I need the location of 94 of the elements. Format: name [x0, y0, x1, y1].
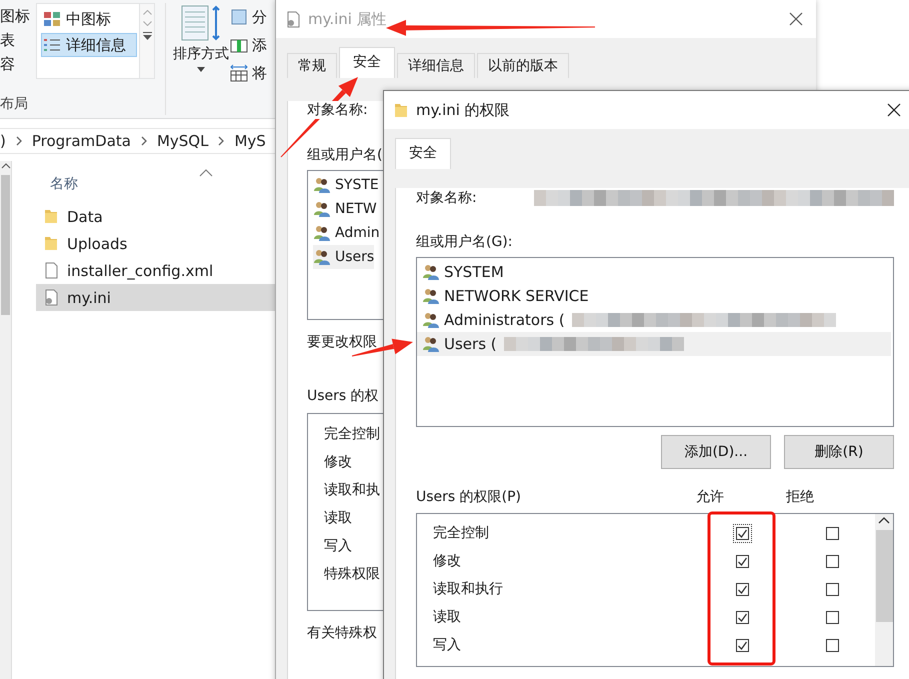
sort-caret-icon: [199, 169, 213, 177]
window-title: my.ini 属性: [308, 10, 387, 28]
user-row[interactable]: NETW: [313, 197, 377, 221]
column-header[interactable]: 名称: [50, 175, 78, 193]
file-row[interactable]: Data: [36, 203, 275, 230]
permission-name: 读取和执: [323, 481, 380, 500]
checkmark-icon: [738, 640, 746, 650]
user-row[interactable]: Users (: [417, 332, 891, 356]
user-row[interactable]: NETWORK SERVICE: [417, 284, 891, 308]
square-icon: [230, 8, 248, 26]
tab[interactable]: 安全: [339, 47, 395, 78]
tab[interactable]: 详细信息: [397, 53, 475, 78]
users-icon: [313, 201, 330, 217]
note-text: 要更改权限: [307, 333, 377, 351]
view-option[interactable]: 容: [0, 55, 36, 79]
user-row[interactable]: Admin: [313, 221, 380, 245]
chevron-icon: [14, 135, 23, 147]
user-row[interactable]: Users: [313, 245, 374, 269]
chevron-icon: [217, 135, 226, 147]
resize-icon: [230, 64, 248, 82]
close-icon: [788, 11, 804, 27]
users-icon: [313, 225, 330, 241]
settings-file-icon: [286, 10, 300, 28]
users-icon: [422, 312, 439, 328]
users-icon: [313, 249, 330, 265]
checkmark-icon: [738, 556, 746, 566]
settings-file-icon: [44, 289, 58, 306]
breadcrumb[interactable]: ProgramData: [32, 132, 131, 150]
tab[interactable]: 常规: [287, 53, 337, 78]
remove-button[interactable]: 删除(R): [784, 435, 894, 469]
checkmark-icon: [738, 612, 746, 622]
address-bar[interactable]: ) ProgramData MySQL MyS: [0, 128, 275, 154]
caret-icon: [197, 67, 205, 72]
group-label: 布局: [0, 95, 29, 113]
file-row[interactable]: Uploads: [36, 230, 275, 257]
field-label: 组或用户名(G):: [416, 233, 512, 251]
scroll-up-icon: [142, 10, 152, 15]
checkbox[interactable]: [732, 524, 752, 542]
permission-name: 修改: [432, 552, 462, 570]
column-header: 允许: [696, 488, 724, 506]
folder-icon: [394, 102, 408, 118]
field-label: Users 的权限(P): [416, 488, 522, 506]
column-header: 拒绝: [786, 488, 814, 506]
permission-name: 写入: [323, 537, 352, 556]
close-icon: [886, 102, 902, 118]
table-icon: [181, 5, 221, 41]
checkmark-icon: [738, 528, 746, 538]
permission-name: 修改: [323, 453, 352, 472]
field-label: 对象名称:: [416, 189, 478, 207]
note-text: 有关特殊权: [307, 624, 377, 642]
field-label: 组或用户名(: [307, 146, 382, 164]
users-icon: [422, 264, 439, 280]
view-option[interactable]: 表: [0, 31, 36, 55]
view-option[interactable]: 图标: [0, 7, 36, 31]
file-row[interactable]: my.ini: [36, 284, 275, 311]
sort-button[interactable]: 排序方式: [172, 3, 230, 95]
permission-name: 读取: [432, 608, 462, 626]
users-icon: [313, 177, 330, 193]
ribbon-command[interactable]: 将: [230, 63, 267, 83]
breadcrumb[interactable]: MySQL: [156, 132, 208, 150]
expand-icon: [142, 32, 152, 40]
document-icon: [44, 262, 58, 279]
scroll-down-icon: [142, 21, 152, 26]
permission-name: 特殊权限: [323, 565, 380, 584]
permission-name: 读取和执行: [432, 580, 504, 598]
permission-name: 完全控制: [432, 524, 490, 542]
permission-name: 完全控制: [323, 425, 380, 444]
breadcrumb[interactable]: ): [0, 132, 6, 150]
chevron-icon: [140, 135, 148, 147]
folder-icon: [44, 235, 58, 252]
field-label: Users 的权: [307, 387, 379, 405]
window-title: my.ini 的权限: [416, 100, 510, 120]
tab[interactable]: 安全: [395, 138, 451, 169]
user-row[interactable]: SYSTEM: [417, 260, 891, 284]
file-row[interactable]: installer_config.xml: [36, 257, 275, 284]
view-option[interactable]: 中图标: [41, 7, 137, 31]
field-label: 对象名称:: [307, 101, 368, 119]
folder-icon: [44, 208, 58, 225]
tab[interactable]: 以前的版本: [477, 53, 569, 78]
grid-icon: [44, 12, 60, 26]
user-row[interactable]: Administrators (: [417, 308, 891, 332]
ribbon-command[interactable]: 添: [230, 35, 267, 55]
permission-name: 读取: [323, 509, 352, 528]
breadcrumb[interactable]: MyS: [234, 132, 266, 150]
user-row[interactable]: SYSTE: [313, 173, 379, 197]
users-icon: [422, 336, 439, 352]
list-icon: [44, 38, 60, 52]
scroll-up-icon: [0, 161, 12, 171]
add-button[interactable]: 添加(D)...: [661, 435, 771, 469]
checkmark-icon: [738, 584, 746, 594]
view-option[interactable]: 详细信息: [41, 33, 137, 57]
users-icon: [422, 288, 439, 304]
ribbon-command[interactable]: 分: [230, 7, 267, 27]
permission-name: 写入: [432, 636, 462, 654]
